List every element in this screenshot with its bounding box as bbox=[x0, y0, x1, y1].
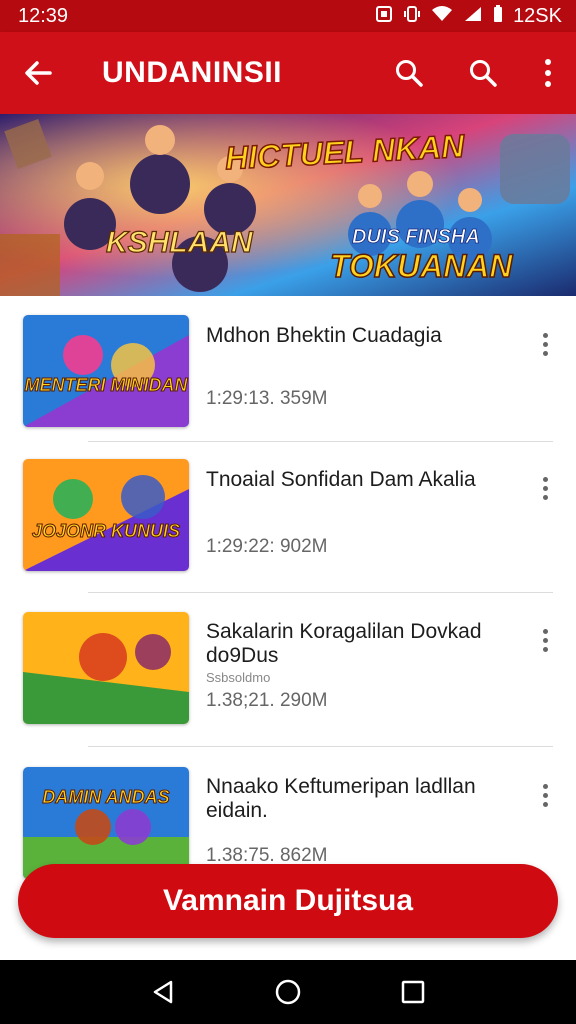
item-extra: Ssbsoldmo bbox=[206, 670, 271, 685]
divider bbox=[88, 592, 553, 593]
status-battery-text: 12SK bbox=[513, 4, 562, 27]
search-button-2[interactable] bbox=[446, 32, 520, 114]
search-button[interactable] bbox=[372, 32, 446, 114]
system-nav-bar bbox=[0, 960, 576, 1024]
item-title: Tnoaial Sonfidan Dam Akalia bbox=[206, 468, 476, 491]
vibrate-icon bbox=[403, 5, 421, 28]
status-time: 12:39 bbox=[18, 4, 69, 27]
divider bbox=[88, 746, 553, 747]
thumbnail-caption: MENTERI MINIDAN bbox=[24, 375, 188, 396]
hero-banner[interactable]: HICTUEL NKAN KSHLAAN DUIS FINSHA TOKUANA… bbox=[0, 114, 576, 296]
search-icon bbox=[396, 60, 423, 87]
item-more-button[interactable] bbox=[530, 468, 560, 508]
status-bar: 12:39 12SK bbox=[0, 0, 576, 32]
nav-back-button[interactable] bbox=[133, 962, 193, 1022]
back-triangle-icon bbox=[153, 980, 172, 1004]
app-bar: UNDANINSII bbox=[0, 32, 576, 114]
signal-icon bbox=[463, 5, 483, 28]
primary-action-button[interactable]: Vamnain Dujitsua bbox=[18, 864, 558, 938]
item-meta: 1:29:13. 359M bbox=[206, 388, 328, 409]
item-meta: 1.38;21. 290M bbox=[206, 690, 328, 711]
overflow-menu-button[interactable] bbox=[520, 32, 576, 114]
search-icon bbox=[470, 60, 497, 87]
item-meta: 1:29:22: 902M bbox=[206, 536, 328, 557]
home-circle-icon bbox=[275, 979, 301, 1005]
item-title: Nnaako Keftumeripan ladllan eidain. bbox=[206, 775, 476, 822]
divider bbox=[88, 441, 553, 442]
thumbnail[interactable]: JOJONR KUNUIS bbox=[23, 459, 189, 571]
thumbnail-art bbox=[23, 459, 189, 571]
more-vert-icon bbox=[542, 332, 548, 338]
thumbnail[interactable]: DAMIN ANDAS bbox=[23, 767, 189, 879]
list-item[interactable]: MENTERI MINIDAN Mdhon Bhektin Cuadagia 1… bbox=[0, 296, 576, 446]
nav-home-button[interactable] bbox=[258, 962, 318, 1022]
wifi-icon bbox=[431, 5, 453, 28]
thumbnail-art bbox=[23, 315, 189, 427]
thumbnail-art bbox=[23, 612, 189, 724]
thumbnail-art bbox=[23, 767, 189, 879]
thumbnail-caption: DAMIN ANDAS bbox=[42, 787, 170, 808]
more-vert-icon bbox=[542, 476, 548, 482]
battery-icon bbox=[493, 4, 503, 28]
more-vert-icon bbox=[545, 59, 551, 65]
item-title: Sakalarin Koragalilan Dovkad do9Dus bbox=[206, 620, 482, 667]
more-vert-icon bbox=[542, 783, 548, 789]
banner-logo-text: KSHLAAN bbox=[105, 225, 253, 259]
item-more-button[interactable] bbox=[530, 620, 560, 660]
thumbnail[interactable] bbox=[23, 612, 189, 724]
item-more-button[interactable] bbox=[530, 324, 560, 364]
nav-recents-button[interactable] bbox=[383, 962, 443, 1022]
thumbnail-caption: JOJONR KUNUIS bbox=[31, 521, 181, 542]
more-vert-icon bbox=[542, 628, 548, 634]
item-title: Mdhon Bhektin Cuadagia bbox=[206, 324, 442, 347]
app-title: UNDANINSII bbox=[102, 56, 283, 89]
recents-square-icon bbox=[402, 980, 425, 1004]
banner-subtitle: TOKUANAN bbox=[329, 247, 513, 285]
item-more-button[interactable] bbox=[530, 775, 560, 815]
status-icons: 12SK bbox=[375, 4, 562, 28]
list-item[interactable]: Sakalarin Koragalilan Dovkad do9Dus Ssbs… bbox=[0, 596, 576, 747]
back-arrow-icon bbox=[25, 61, 52, 85]
back-button[interactable] bbox=[0, 32, 76, 114]
nfc-icon bbox=[375, 5, 393, 28]
thumbnail[interactable]: MENTERI MINIDAN bbox=[23, 315, 189, 427]
list-item[interactable]: JOJONR KUNUIS Tnoaial Sonfidan Dam Akali… bbox=[0, 446, 576, 596]
banner-subtitle-small: DUIS FINSHA bbox=[352, 226, 481, 249]
